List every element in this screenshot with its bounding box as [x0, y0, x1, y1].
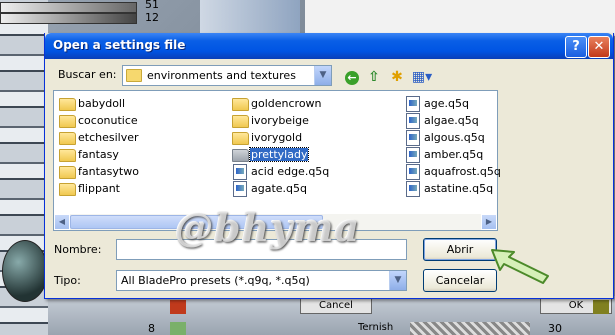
folder-icon — [59, 115, 76, 128]
new-folder-icon: ✱ — [391, 69, 403, 85]
look-in-label: Buscar en: — [58, 68, 117, 81]
scroll-left-button[interactable]: ◀ — [54, 214, 70, 230]
preset-file-icon — [233, 181, 247, 197]
background-bottom-value-2: 30 — [548, 322, 562, 335]
filetype-dropdown[interactable]: All BladePro presets (*.q9q, *.q5q) ▼ — [116, 270, 407, 291]
folder-icon — [232, 98, 249, 111]
open-button[interactable]: Abrir — [423, 238, 497, 261]
preset-file-icon — [406, 164, 420, 180]
background-value-2: 12 — [145, 11, 159, 24]
folder-icon — [232, 132, 249, 145]
filename-label: Nombre: — [54, 243, 102, 256]
color-swatch-olive[interactable] — [593, 300, 609, 314]
folder-icon — [59, 183, 76, 196]
background-preview — [200, 0, 300, 36]
light-direction-knob[interactable] — [2, 240, 48, 302]
preset-file-icon — [406, 181, 420, 197]
folder-icon — [126, 69, 142, 82]
up-folder-button[interactable]: ⇧ — [364, 67, 384, 87]
background-value-1: 51 — [145, 0, 159, 11]
folder-icon — [59, 98, 76, 111]
background-slider-2[interactable] — [0, 13, 137, 24]
background-bottom-label: Ternish — [358, 322, 394, 333]
back-button[interactable]: ← — [342, 67, 362, 87]
preset-file-icon — [406, 96, 420, 112]
scroll-right-button[interactable]: ▶ — [481, 214, 497, 230]
folder-icon — [59, 132, 76, 145]
color-swatch-green[interactable] — [170, 322, 186, 335]
view-menu-icon: ▦▾ — [411, 69, 433, 85]
help-button[interactable]: ? — [565, 36, 587, 58]
preset-file-icon — [406, 130, 420, 146]
color-swatch-red[interactable] — [170, 300, 186, 314]
preset-file-icon — [406, 113, 420, 129]
dialog-titlebar[interactable]: Open a settings file ? ✕ — [45, 33, 613, 59]
chevron-down-icon[interactable]: ▼ — [389, 271, 406, 290]
cancel-button[interactable]: Cancelar — [423, 269, 497, 292]
folder-icon — [232, 149, 249, 162]
dialog-title: Open a settings file — [53, 38, 186, 52]
folder-icon — [59, 149, 76, 162]
background-cancel-button[interactable]: Cancel — [300, 298, 372, 314]
background-panel — [305, 0, 615, 36]
chevron-down-icon[interactable]: ▼ — [314, 66, 331, 85]
folder-icon — [232, 115, 249, 128]
background-bottom-value-1: 8 — [148, 322, 155, 335]
preset-file-icon — [233, 164, 247, 180]
close-button[interactable]: ✕ — [588, 36, 610, 58]
back-arrow-icon: ← — [345, 71, 359, 85]
look-in-value: environments and textures — [147, 69, 296, 82]
background-slider-1[interactable] — [0, 2, 137, 13]
filetype-label: Tipo: — [54, 274, 81, 287]
up-folder-icon: ⇧ — [368, 69, 380, 85]
texture-swatch[interactable] — [410, 322, 530, 335]
view-menu-button[interactable]: ▦▾ — [410, 67, 434, 87]
filetype-value: All BladePro presets (*.q9q, *.q5q) — [121, 274, 310, 287]
preset-file-icon — [406, 147, 420, 163]
pointer-arrow-icon — [491, 249, 549, 284]
new-folder-button[interactable]: ✱ — [387, 67, 407, 87]
look-in-dropdown[interactable]: environments and textures ▼ — [122, 65, 332, 86]
watermark: @bhyma — [175, 205, 361, 250]
folder-icon — [59, 166, 76, 179]
